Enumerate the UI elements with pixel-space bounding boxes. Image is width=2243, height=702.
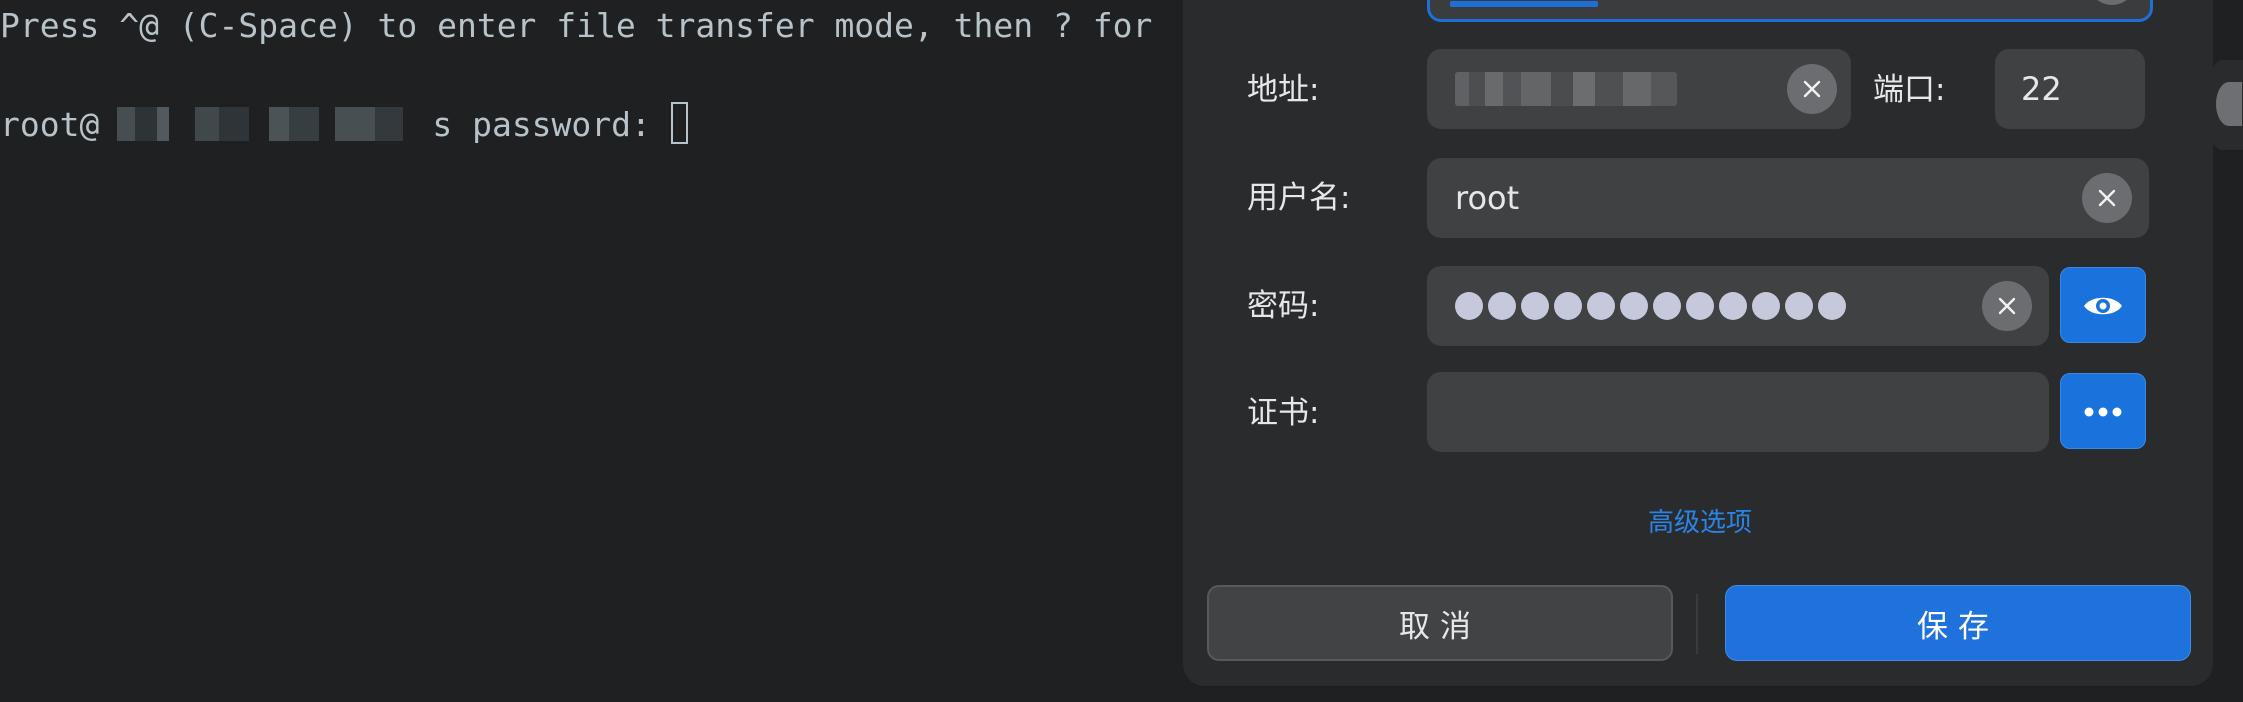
password-clear-button[interactable]: [1982, 281, 2032, 331]
address-clear-button[interactable]: [1787, 64, 1837, 114]
terminal-cursor: [670, 101, 688, 144]
prompt-suffix: s password:: [432, 105, 671, 144]
name-clear-button[interactable]: [2088, 0, 2136, 5]
password-mask-dot: [1785, 292, 1813, 320]
password-mask-dot: [1719, 292, 1747, 320]
close-icon: [1803, 80, 1821, 98]
address-field[interactable]: [1427, 49, 1851, 129]
username-field[interactable]: root: [1427, 158, 2149, 238]
password-mask-dot: [1620, 292, 1648, 320]
close-icon: [1998, 297, 2016, 315]
connection-dialog: 地址: 端口: 22 用户名: root 密码: 证书: 高级选项 取消 保存: [1183, 0, 2213, 686]
redacted-address: [1455, 72, 1677, 106]
password-mask-dot: [1752, 292, 1780, 320]
address-label: 地址:: [1247, 72, 1320, 108]
password-mask-dot: [1455, 292, 1483, 320]
save-button[interactable]: 保存: [1725, 585, 2191, 661]
advanced-options-link[interactable]: 高级选项: [1642, 502, 1758, 539]
password-mask-dot: [1587, 292, 1615, 320]
port-label: 端口:: [1873, 72, 1946, 108]
eye-icon: [2084, 297, 2122, 315]
username-clear-button[interactable]: [2082, 173, 2132, 223]
terminal-line-hint: Press ^@ (C-Space) to enter file transfe…: [0, 6, 1153, 45]
button-divider: [1696, 594, 1698, 654]
certificate-label: 证书:: [1247, 395, 1320, 431]
password-mask-dot: [1818, 292, 1846, 320]
text-selection-highlight: [1450, 1, 1598, 7]
browse-certificate-button[interactable]: [2060, 373, 2146, 449]
cancel-button[interactable]: 取消: [1207, 585, 1673, 661]
password-mask: [1455, 292, 1846, 320]
username-value: root: [1455, 179, 1520, 217]
password-label: 密码:: [1247, 288, 1320, 324]
ellipsis-icon: [2084, 407, 2122, 417]
globe-icon: [2216, 82, 2242, 126]
close-icon: [2098, 189, 2116, 207]
port-field[interactable]: 22: [1995, 49, 2145, 129]
password-mask-dot: [1488, 292, 1516, 320]
password-mask-dot: [1521, 292, 1549, 320]
certificate-field[interactable]: [1427, 372, 2049, 452]
password-mask-dot: [1653, 292, 1681, 320]
name-field[interactable]: [1427, 0, 2153, 22]
password-field[interactable]: [1427, 266, 2049, 346]
password-mask-dot: [1686, 292, 1714, 320]
username-label: 用户名:: [1247, 180, 1351, 216]
toggle-password-visibility-button[interactable]: [2060, 267, 2146, 343]
terminal-line-password-prompt: root@ s password:: [0, 101, 688, 145]
prompt-user: root@: [0, 105, 100, 144]
redacted-host: [99, 106, 433, 141]
port-value: 22: [2021, 70, 2062, 108]
address-value: [1455, 49, 1677, 129]
password-value: [1455, 266, 1846, 346]
side-window-edge[interactable]: [2212, 60, 2243, 150]
password-mask-dot: [1554, 292, 1582, 320]
